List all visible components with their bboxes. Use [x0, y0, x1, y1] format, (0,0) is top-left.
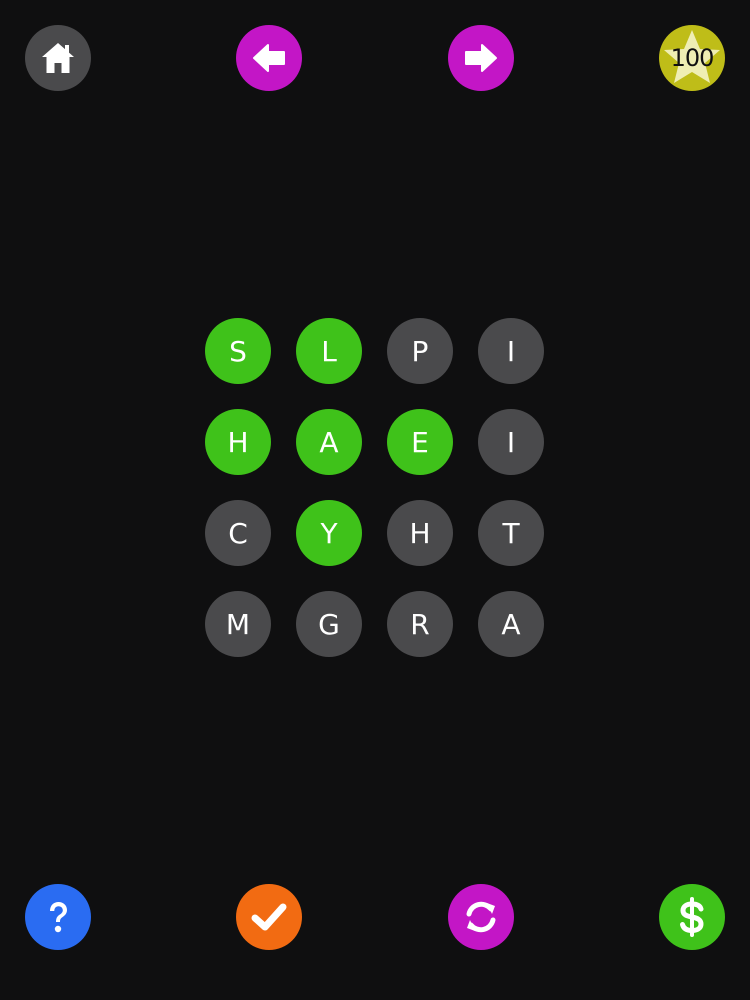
- shop-button[interactable]: [659, 884, 725, 950]
- letter-tile-1-1[interactable]: A: [296, 409, 362, 475]
- letter-tile-3-0[interactable]: M: [205, 591, 271, 657]
- home-button[interactable]: [25, 25, 91, 91]
- letter-tile-1-3[interactable]: I: [478, 409, 544, 475]
- submit-button[interactable]: [236, 884, 302, 950]
- letter-tile-1-2[interactable]: E: [387, 409, 453, 475]
- letter-tile-1-0[interactable]: H: [205, 409, 271, 475]
- letter-tile-0-0[interactable]: S: [205, 318, 271, 384]
- dollar-icon: [680, 897, 704, 937]
- letter-tile-2-0[interactable]: C: [205, 500, 271, 566]
- arrow-right-icon: [465, 44, 497, 72]
- previous-button[interactable]: [236, 25, 302, 91]
- arrow-left-icon: [253, 44, 285, 72]
- next-button[interactable]: [448, 25, 514, 91]
- letter-tile-2-1[interactable]: Y: [296, 500, 362, 566]
- checkmark-icon: [251, 903, 287, 931]
- letter-tile-2-3[interactable]: T: [478, 500, 544, 566]
- letter-grid: SLPIHAEICYHTMGRA: [205, 318, 545, 658]
- score-badge: 100: [659, 25, 725, 91]
- refresh-icon: [466, 901, 496, 933]
- letter-tile-3-1[interactable]: G: [296, 591, 362, 657]
- letter-tile-0-1[interactable]: L: [296, 318, 362, 384]
- letter-tile-2-2[interactable]: H: [387, 500, 453, 566]
- question-mark-icon: [50, 902, 67, 933]
- score-value: 100: [670, 44, 715, 72]
- letter-tile-0-2[interactable]: P: [387, 318, 453, 384]
- letter-tile-3-2[interactable]: R: [387, 591, 453, 657]
- home-icon: [42, 43, 74, 73]
- letter-tile-3-3[interactable]: A: [478, 591, 544, 657]
- shuffle-button[interactable]: [448, 884, 514, 950]
- letter-tile-0-3[interactable]: I: [478, 318, 544, 384]
- help-button[interactable]: [25, 884, 91, 950]
